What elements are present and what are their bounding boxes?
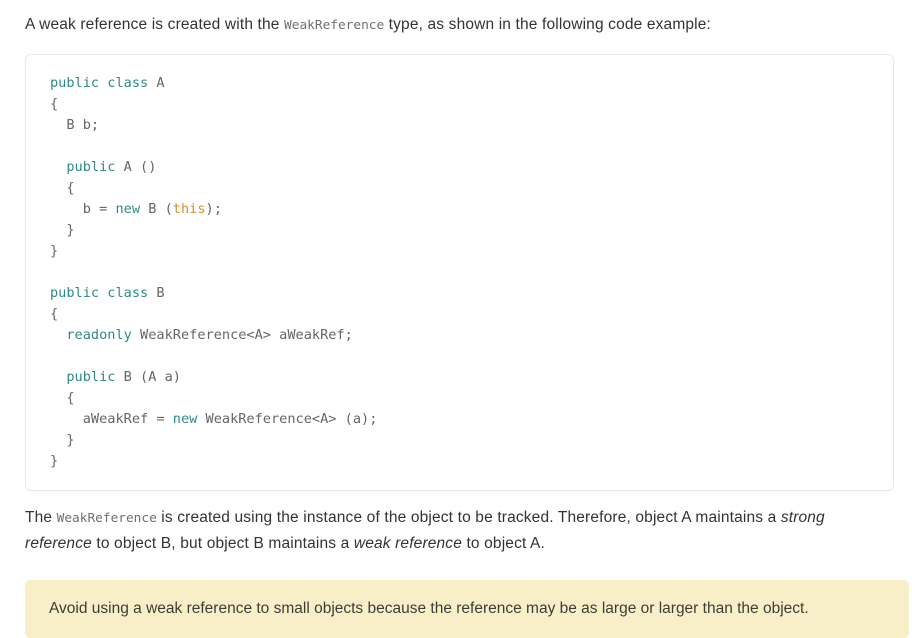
code-token-plain: { [50, 96, 59, 112]
code-token-plain: } [50, 453, 59, 469]
documentation-page: A weak reference is created with the Wea… [0, 0, 919, 638]
code-token-plain: } [50, 432, 75, 448]
code-token-kw: new [115, 201, 141, 217]
code-token-plain: A () [115, 159, 157, 175]
body-text-seg1: The [25, 509, 57, 526]
emphasis-weak-reference: weak reference [353, 535, 462, 552]
code-token-plain: } [50, 222, 75, 238]
body-text-seg4: to object A. [462, 535, 546, 552]
body-text-seg3: to object B, but object B maintains a [91, 535, 354, 552]
code-token-plain: { [50, 180, 75, 196]
intro-text-after-code: type, as shown in the following code exa… [384, 16, 712, 33]
body-text-seg2: is created using the instance of the obj… [156, 509, 781, 526]
body-paragraph: The WeakReference is created using the i… [25, 491, 894, 556]
code-token-kw: readonly [66, 327, 132, 343]
intro-text-before-code: A weak reference is created with the [25, 16, 285, 33]
note-callout-box: Avoid using a weak reference to small ob… [25, 580, 909, 638]
code-token-kw: public class [50, 75, 149, 91]
inline-code-weakreference: WeakReference [284, 18, 385, 33]
code-token-plain: A [148, 75, 165, 91]
code-token-plain: B ( [140, 201, 173, 217]
inline-code-weakreference-2: WeakReference [56, 511, 157, 526]
code-token-plain: { [50, 306, 59, 322]
code-token-plain: WeakReference<A> (a); [197, 411, 378, 427]
code-token-kw: new [172, 411, 198, 427]
code-block-csharp[interactable]: public class A { B b; public A () { b = … [50, 73, 869, 472]
code-example-card: public class A { B b; public A () { b = … [25, 54, 894, 491]
code-token-plain: aWeakRef = [50, 411, 173, 427]
code-token-kw: public [66, 159, 116, 175]
code-token-kw: public [66, 369, 116, 385]
code-token-plain: } [50, 243, 59, 259]
code-token-plain: B b; [50, 117, 100, 133]
code-token-this: this [172, 201, 206, 217]
code-token-plain: { [50, 390, 75, 406]
code-token-plain: B [148, 285, 165, 301]
code-token-kw: public class [50, 285, 149, 301]
code-token-plain: ); [205, 201, 222, 217]
code-token-plain: WeakReference<A> aWeakRef; [131, 327, 353, 343]
code-token-plain: B (A a) [115, 369, 181, 385]
intro-paragraph: A weak reference is created with the Wea… [25, 0, 894, 38]
code-token-plain: b = [50, 201, 116, 217]
note-callout-text: Avoid using a weak reference to small ob… [49, 600, 809, 617]
